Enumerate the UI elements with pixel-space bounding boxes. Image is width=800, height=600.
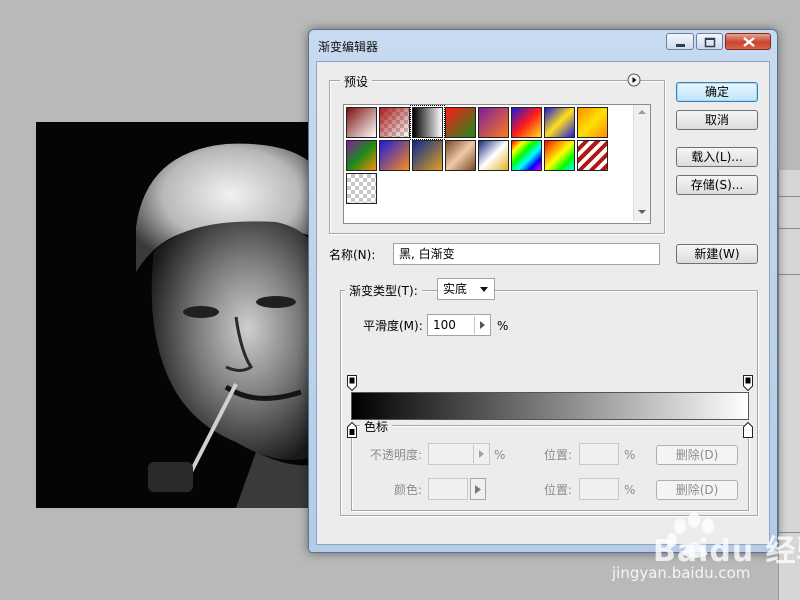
- chevron-down-icon: [480, 287, 488, 292]
- opacity-stop-right[interactable]: [743, 375, 753, 391]
- preset-swatch[interactable]: [379, 140, 410, 171]
- preset-swatch[interactable]: [346, 173, 377, 204]
- color-picker-button[interactable]: [470, 478, 486, 500]
- portrait-photo: [36, 122, 316, 508]
- arrow-right-icon: [479, 450, 484, 458]
- maximize-icon: [704, 37, 716, 48]
- color-stop-left[interactable]: [347, 422, 357, 438]
- preset-swatch[interactable]: [346, 140, 377, 171]
- preset-swatch[interactable]: [478, 140, 509, 171]
- smoothness-label: 平滑度(M):: [363, 319, 423, 333]
- preset-swatch[interactable]: [577, 140, 608, 171]
- smoothness-value: 100: [433, 318, 456, 332]
- close-icon: [743, 37, 755, 47]
- opacity-delete-button[interactable]: 删除(D): [656, 445, 738, 465]
- smoothness-input[interactable]: 100: [427, 314, 491, 336]
- minimize-icon: [676, 44, 685, 47]
- opacity-input[interactable]: [428, 443, 490, 465]
- opacity-stop-left[interactable]: [347, 375, 357, 391]
- opacity-unit: %: [494, 448, 506, 462]
- preset-swatch[interactable]: [445, 140, 476, 171]
- color-label: 颜色:: [394, 483, 423, 497]
- gradient-preview-bar[interactable]: [351, 392, 749, 420]
- preset-swatch[interactable]: [577, 107, 608, 138]
- color-delete-button[interactable]: 删除(D): [656, 480, 738, 500]
- preset-swatch[interactable]: [379, 107, 410, 138]
- arrow-right-icon: [475, 485, 481, 494]
- opacity-location-unit: %: [624, 448, 636, 462]
- preset-swatch[interactable]: [412, 140, 443, 171]
- close-button[interactable]: [725, 33, 771, 50]
- presets-group: 预设: [329, 73, 665, 234]
- cancel-button[interactable]: 取消: [676, 110, 758, 130]
- image-canvas: [36, 122, 316, 508]
- scroll-down-icon[interactable]: [638, 209, 646, 215]
- load-button[interactable]: 载入(L)...: [676, 147, 758, 167]
- new-button[interactable]: 新建(W): [676, 244, 758, 264]
- dialog-client: 预设 确定 取消 载入(L)... 存储(S)... 名称(N): 黑, 白渐变…: [316, 61, 770, 545]
- gradient-type-label: 渐变类型(T):: [345, 284, 422, 298]
- preset-swatch-list: [343, 104, 651, 224]
- preset-swatch[interactable]: [410, 105, 445, 140]
- minimize-button[interactable]: [666, 33, 694, 50]
- preset-swatch[interactable]: [445, 107, 476, 138]
- color-location-label: 位置:: [544, 483, 573, 497]
- maximize-button[interactable]: [696, 33, 723, 50]
- presets-label: 预设: [340, 73, 373, 90]
- presets-menu-icon[interactable]: [627, 73, 641, 87]
- preset-swatch[interactable]: [478, 107, 509, 138]
- preset-swatch[interactable]: [544, 140, 575, 171]
- preset-swatch[interactable]: [511, 107, 542, 138]
- ok-button[interactable]: 确定: [676, 82, 758, 102]
- opacity-label: 不透明度:: [370, 448, 423, 462]
- save-button[interactable]: 存储(S)...: [676, 175, 758, 195]
- gradient-type-select[interactable]: 实底: [437, 278, 495, 300]
- smoothness-stepper[interactable]: [474, 316, 490, 334]
- name-label: 名称(N):: [329, 248, 376, 262]
- gradient-type-value: 实底: [443, 282, 468, 296]
- preset-swatch[interactable]: [346, 107, 377, 138]
- watermark-url: jingyan.baidu.com: [612, 564, 751, 582]
- color-stops-group: 色标 不透明度: % 位置: % 删除(D) 颜色: 位置: % 删除(D): [351, 418, 749, 511]
- preset-scrollbar[interactable]: [633, 105, 650, 221]
- opacity-location-input[interactable]: [579, 443, 619, 465]
- color-stop-right[interactable]: [743, 422, 753, 438]
- color-location-unit: %: [624, 483, 636, 497]
- opacity-stepper[interactable]: [473, 445, 489, 463]
- preset-swatch[interactable]: [544, 107, 575, 138]
- color-stops-label: 色标: [360, 418, 393, 435]
- preset-swatch[interactable]: [511, 140, 542, 171]
- color-location-input[interactable]: [579, 478, 619, 500]
- gradient-editor-dialog: 渐变编辑器 预设 确定 取消 载入(L)... 存储(S)... 名称(N): …: [308, 29, 778, 553]
- dialog-title: 渐变编辑器: [318, 40, 379, 54]
- scroll-up-icon[interactable]: [638, 109, 646, 115]
- smoothness-unit: %: [497, 319, 509, 333]
- title-bar[interactable]: 渐变编辑器: [309, 30, 777, 60]
- color-swatch[interactable]: [428, 478, 468, 500]
- arrow-right-icon: [480, 321, 485, 329]
- opacity-location-label: 位置:: [544, 448, 573, 462]
- name-input[interactable]: 黑, 白渐变: [393, 243, 660, 265]
